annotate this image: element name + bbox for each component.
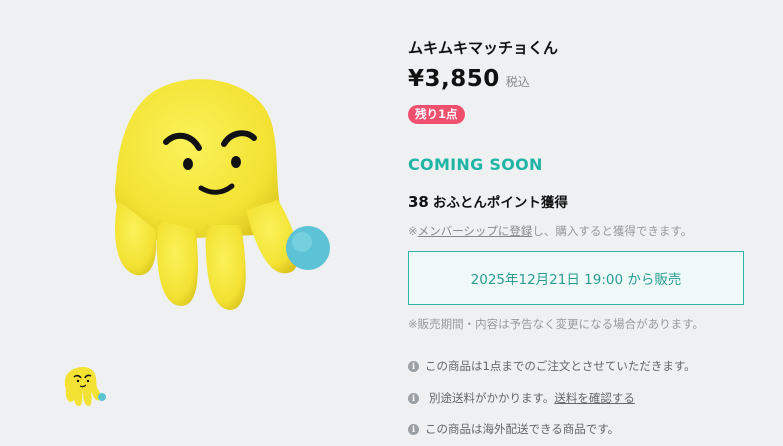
- info-circle-icon: i: [408, 392, 419, 404]
- points-info: 38 おふとんポイント獲得: [408, 191, 568, 211]
- info-circle-icon: i: [408, 423, 419, 435]
- member-note-prefix: ※: [408, 224, 418, 238]
- shipping-fee-link[interactable]: 送料を確認する: [554, 390, 635, 406]
- points-number: 38: [408, 193, 429, 211]
- notice-text: この商品は海外配送できる商品です。: [425, 422, 620, 436]
- member-note: ※メンバーシップに登録し、購入すると獲得できます。: [408, 223, 692, 239]
- tax-label: 税込: [505, 75, 530, 89]
- membership-link[interactable]: メンバーシップに登録: [418, 224, 533, 238]
- points-label: おふとんポイント獲得: [432, 195, 568, 211]
- price-row: ¥3,850 税込: [408, 66, 530, 92]
- notice-order-limit: i この商品は1点までのご注文とさせていただきます。: [408, 358, 696, 374]
- period-note: ※販売期間・内容は予告なく変更になる場合があります。: [408, 317, 704, 331]
- member-note-suffix: し、購入すると獲得できます。: [532, 224, 693, 238]
- stock-badge: 残り1点: [408, 105, 465, 124]
- product-title: ムキムキマッチョくん: [408, 39, 559, 57]
- notice-text: 別途送料がかかります。: [429, 391, 555, 405]
- sale-start-box: 2025年12月21日 19:00 から販売: [408, 251, 744, 305]
- product-thumbnail[interactable]: [62, 364, 106, 408]
- price: ¥3,850: [408, 66, 500, 92]
- status-coming-soon: COMING SOON: [408, 155, 543, 174]
- notice-shipping: i 別途送料がかかります。 送料を確認する: [408, 390, 635, 406]
- product-main-image[interactable]: [96, 70, 346, 330]
- notice-overseas: i この商品は海外配送できる商品です。: [408, 421, 619, 437]
- notice-text: この商品は1点までのご注文とさせていただきます。: [425, 359, 696, 373]
- info-circle-icon: i: [408, 360, 419, 372]
